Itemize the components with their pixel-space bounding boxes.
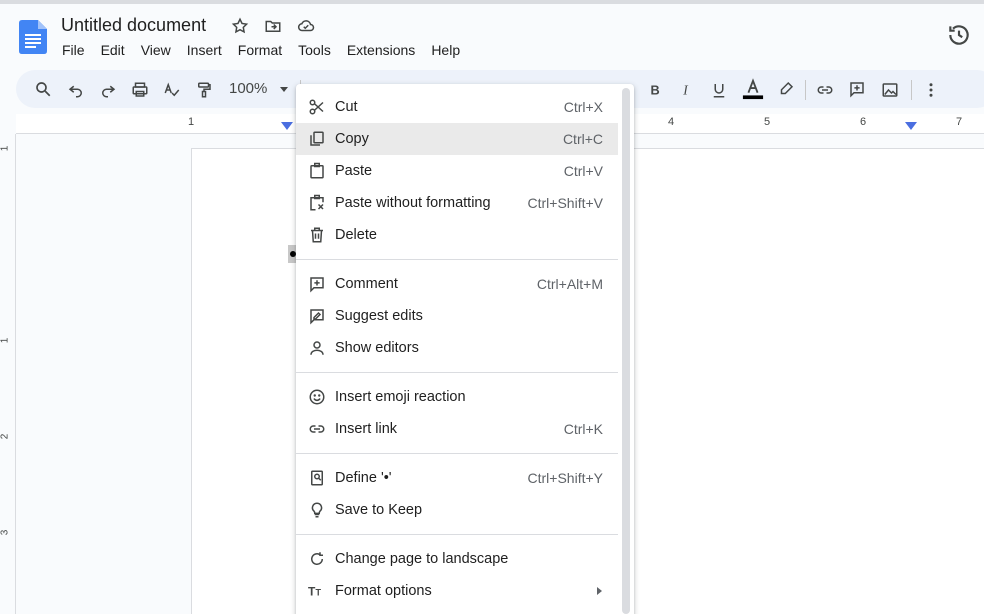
menu-separator [296,259,618,260]
vruler-number: 3 [0,529,11,536]
trash-icon [308,226,326,244]
svg-text:I: I [682,83,689,98]
insert-image-icon[interactable] [880,80,900,100]
suggest-edit-icon [308,307,326,325]
copy-icon [308,130,326,148]
docs-logo-icon[interactable] [19,20,47,54]
text-color-icon[interactable] [741,78,765,100]
menu-separator [296,453,618,454]
menu-file[interactable]: File [54,40,93,60]
link-icon [308,420,326,438]
zoom-select[interactable]: 100% [229,80,267,97]
ruler-number: 4 [668,116,675,128]
menu-insert[interactable]: Insert [179,40,230,60]
menu-item-comment[interactable]: Comment Ctrl+Alt+M [296,268,618,300]
menu-item-insert-emoji-reaction[interactable]: Insert emoji reaction [296,381,618,413]
dictionary-icon [308,469,326,487]
menu-separator [296,372,618,373]
move-folder-icon[interactable] [263,16,283,36]
left-indent-marker[interactable] [281,122,293,130]
paste-icon [308,162,326,180]
svg-text:T: T [316,588,322,598]
menu-item-cut[interactable]: Cut Ctrl+X [296,91,618,123]
context-menu-scrollbar[interactable] [622,88,630,614]
text-format-icon: TT [308,582,326,600]
spellcheck-icon[interactable] [162,80,182,100]
star-icon[interactable] [230,16,250,36]
menu-item-delete[interactable]: Delete [296,219,618,251]
add-comment-icon[interactable] [847,79,867,99]
emoji-icon [308,388,326,406]
zoom-chevron-down-icon[interactable] [280,87,288,92]
undo-icon[interactable] [66,80,86,100]
menu-separator [296,534,618,535]
search-menus-icon[interactable] [33,79,53,99]
menu-item-copy[interactable]: Copy Ctrl+C [296,123,618,155]
vertical-ruler[interactable] [0,134,16,614]
vruler-number: 2 [0,433,11,440]
print-icon[interactable] [130,80,150,100]
right-indent-marker[interactable] [905,122,917,130]
vruler-number: 1 [0,145,11,152]
menu-edit[interactable]: Edit [93,40,133,60]
menu-item-paste[interactable]: Paste Ctrl+V [296,155,618,187]
menu-item-save-to-keep[interactable]: Save to Keep [296,494,618,526]
ruler-number: 7 [956,116,963,128]
person-icon [308,339,326,357]
more-vert-icon[interactable] [921,80,941,100]
redo-icon[interactable] [98,80,118,100]
menu-item-define[interactable]: Define '•' Ctrl+Shift+Y [296,462,618,494]
ruler-number: 6 [860,116,867,128]
toolbar-divider [911,80,912,100]
highlight-color-icon[interactable] [776,79,796,99]
scissors-icon [308,98,326,116]
menu-format[interactable]: Format [230,40,290,60]
submenu-arrow-icon [597,587,602,595]
lightbulb-icon [308,501,326,519]
add-comment-icon [308,275,326,293]
paint-format-icon[interactable] [194,80,214,100]
version-history-icon[interactable] [946,22,972,48]
menu-extensions[interactable]: Extensions [339,40,423,60]
document-title[interactable]: Untitled document [61,14,206,36]
menu-item-paste-without-formatting[interactable]: Paste without formatting Ctrl+Shift+V [296,187,618,219]
ruler-number: 1 [188,116,195,128]
menu-tools[interactable]: Tools [290,40,339,60]
menu-item-insert-link[interactable]: Insert link Ctrl+K [296,413,618,445]
toolbar-divider [805,80,806,100]
ruler-number: 5 [764,116,771,128]
menu-item-suggest-edits[interactable]: Suggest edits [296,300,618,332]
underline-icon[interactable] [709,80,729,100]
paste-plain-icon [308,194,326,212]
insert-link-icon[interactable] [815,80,835,100]
svg-text:B: B [651,83,660,98]
menu-bar: File Edit View Insert Format Tools Exten… [54,40,468,60]
window-top-border [0,0,984,4]
vruler-number: 1 [0,337,11,344]
menu-item-format-options[interactable]: TT Format options [296,575,618,607]
menu-item-show-editors[interactable]: Show editors [296,332,618,364]
italic-icon[interactable]: I [677,80,697,100]
menu-help[interactable]: Help [423,40,468,60]
cloud-saved-icon[interactable] [296,16,316,36]
rotate-icon [308,550,326,568]
bold-icon[interactable]: B [645,80,665,100]
menu-item-change-page-to-landscape[interactable]: Change page to landscape [296,543,618,575]
menu-view[interactable]: View [133,40,179,60]
